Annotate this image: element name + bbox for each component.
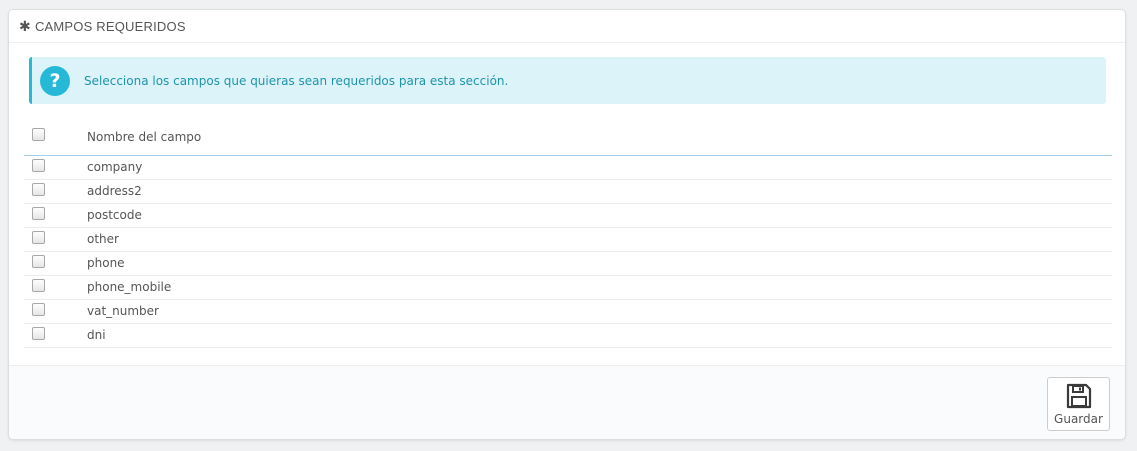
field-name: postcode [87,208,142,222]
table-row: other [24,227,1112,251]
field-name: vat_number [87,304,159,318]
field-name: phone_mobile [87,280,172,294]
row-checkbox[interactable] [32,303,45,316]
panel-footer: Guardar [9,365,1125,439]
select-all-checkbox[interactable] [32,127,45,141]
panel-heading: ✱ CAMPOS REQUERIDOS [9,10,1125,43]
fields-table: Nombre del campo company address2 postco… [24,119,1112,348]
table-row: vat_number [24,299,1112,323]
table-row: address2 [24,179,1112,203]
floppy-disk-icon [1066,383,1091,408]
table-row: dni [24,323,1112,347]
panel-title: CAMPOS REQUERIDOS [34,18,186,34]
row-checkbox[interactable] [32,327,45,340]
row-checkbox[interactable] [32,279,45,292]
asterisk-icon: ✱ [19,17,31,34]
table-row: phone_mobile [24,275,1112,299]
select-all-cell [24,119,87,155]
row-checkbox[interactable] [32,207,45,220]
table-row: phone [24,251,1112,275]
column-header-field-name: Nombre del campo [87,129,202,144]
save-button[interactable]: Guardar [1047,377,1110,431]
field-name: dni [87,328,106,342]
table-header-row: Nombre del campo [24,119,1112,155]
table-row: postcode [24,203,1112,227]
question-circle-icon: ? [40,65,70,96]
save-button-label: Guardar [1054,411,1103,426]
row-checkbox[interactable] [32,183,45,196]
field-name: other [87,232,119,246]
field-name: address2 [87,184,142,198]
alert-text: Selecciona los campos que quieras sean r… [84,73,509,88]
field-name: phone [87,256,125,270]
info-alert: ? Selecciona los campos que quieras sean… [29,57,1106,104]
table-row: company [24,155,1112,179]
required-fields-panel: ✱ CAMPOS REQUERIDOS ? Selecciona los cam… [8,9,1126,440]
row-checkbox[interactable] [32,255,45,268]
row-checkbox[interactable] [32,231,45,244]
field-name: company [87,160,143,174]
row-checkbox[interactable] [32,159,45,172]
